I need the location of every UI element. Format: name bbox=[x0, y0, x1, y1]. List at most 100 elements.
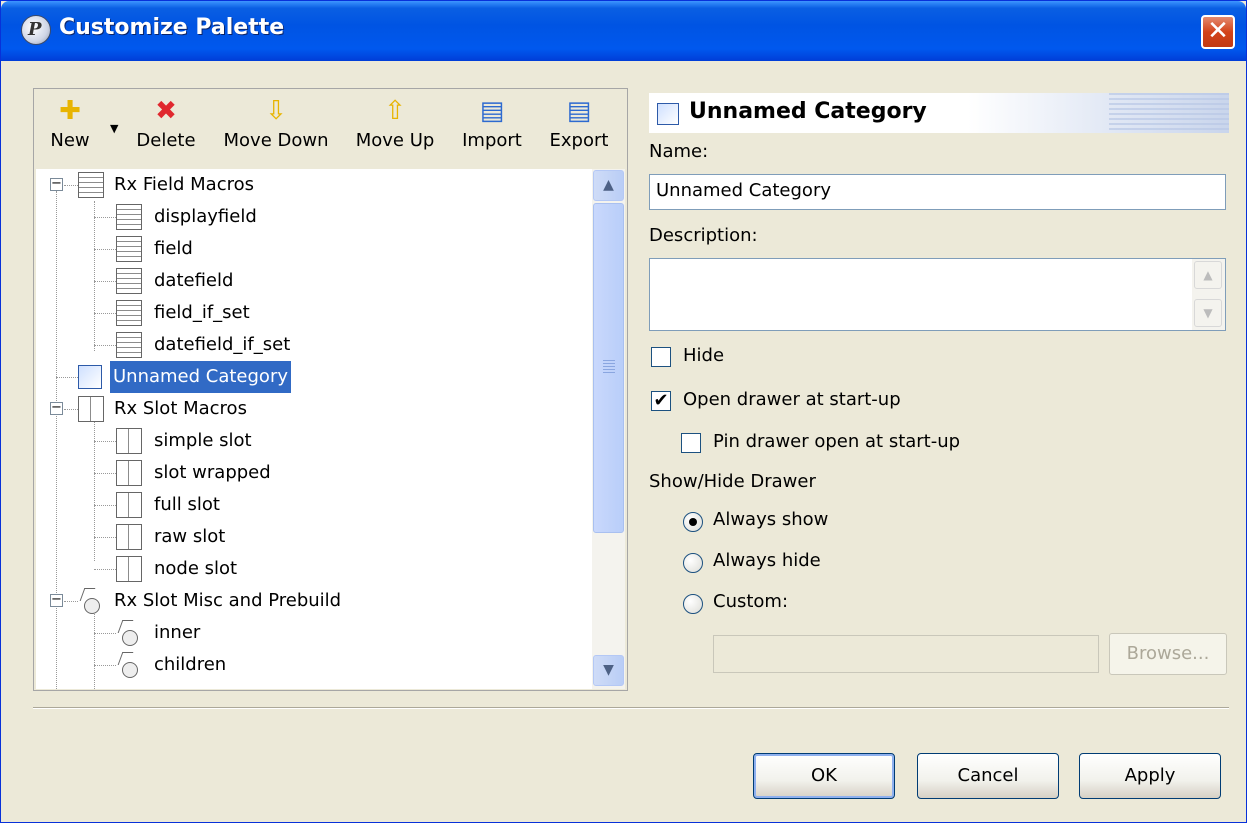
tree-scrollbar[interactable]: ▲ ▼ bbox=[592, 169, 625, 689]
hide-label: Hide bbox=[683, 345, 725, 366]
tree-connector bbox=[94, 537, 116, 538]
tree-label: children bbox=[154, 654, 227, 675]
name-field[interactable]: Unnamed Category bbox=[649, 174, 1226, 210]
import-button[interactable]: ▤ Import bbox=[458, 93, 526, 163]
scroll-down-icon[interactable]: ▼ bbox=[593, 655, 624, 686]
scrollbar-thumb[interactable] bbox=[593, 203, 624, 533]
header-decoration bbox=[1109, 93, 1229, 133]
macro-icon bbox=[116, 204, 142, 230]
tree-item[interactable]: slot wrapped bbox=[36, 457, 592, 489]
collapse-icon[interactable]: − bbox=[50, 593, 63, 607]
new-button[interactable]: ✚ New bbox=[40, 93, 100, 163]
tree-label: Rx Slot Misc and Prebuild bbox=[114, 590, 342, 611]
always-show-label: Always show bbox=[713, 509, 829, 530]
tree-item[interactable]: raw slot bbox=[36, 521, 592, 553]
open-drawer-label: Open drawer at start-up bbox=[683, 389, 901, 410]
arrow-up-icon: ⇧ bbox=[384, 96, 406, 126]
tree-connector bbox=[56, 377, 78, 378]
tree-connector bbox=[94, 345, 116, 346]
tree-connector bbox=[94, 217, 116, 218]
always-hide-radio[interactable] bbox=[683, 553, 703, 573]
slot-icon bbox=[116, 556, 142, 582]
tree-connector bbox=[94, 313, 116, 314]
collapse-icon[interactable]: − bbox=[50, 401, 63, 415]
tree-label: node slot bbox=[154, 558, 238, 579]
export-icon: ▤ bbox=[566, 96, 592, 126]
tree-item[interactable]: inner bbox=[36, 617, 592, 649]
scroll-up-icon[interactable]: ▲ bbox=[593, 170, 624, 201]
toolbar: ✚ New ▼ ✖ Delete ⇩ Move Down ⇧ Move Up ▤… bbox=[34, 89, 627, 167]
category-icon bbox=[78, 365, 102, 389]
tree-connector bbox=[94, 505, 116, 506]
tree-label: inner bbox=[154, 622, 201, 643]
tree-connector bbox=[64, 409, 78, 410]
tree-group-rx-slot-misc[interactable]: − Rx Slot Misc and Prebuild bbox=[36, 585, 592, 617]
misc-icon bbox=[116, 652, 142, 678]
tree-label: full slot bbox=[154, 494, 220, 515]
description-field[interactable]: ▲ ▼ bbox=[649, 258, 1226, 331]
new-icon: ✚ bbox=[59, 96, 81, 126]
open-drawer-checkbox[interactable]: ✔ bbox=[651, 391, 671, 411]
tree-connector bbox=[94, 569, 116, 570]
macro-icon bbox=[116, 268, 142, 294]
tree-connector bbox=[64, 185, 78, 186]
move-down-label: Move Down bbox=[223, 130, 329, 151]
name-label: Name: bbox=[649, 141, 709, 162]
move-down-button[interactable]: ⇩ Move Down bbox=[218, 93, 334, 163]
scroll-up-icon[interactable]: ▲ bbox=[1194, 261, 1222, 289]
new-label: New bbox=[50, 130, 90, 151]
collapse-icon[interactable]: − bbox=[50, 177, 63, 191]
new-dropdown-icon[interactable]: ▼ bbox=[110, 122, 118, 135]
tree-label: slot wrapped bbox=[154, 462, 271, 483]
tree-group-rx-slot-macros[interactable]: − Rx Slot Macros bbox=[36, 393, 592, 425]
tree-connector bbox=[94, 665, 116, 666]
show-hide-label: Show/Hide Drawer bbox=[649, 471, 816, 492]
apply-button[interactable]: Apply bbox=[1079, 753, 1221, 799]
tree-connector bbox=[94, 633, 116, 634]
palette-tree[interactable]: − Rx Field Macros displayfield field dat… bbox=[36, 169, 592, 689]
tree-item[interactable]: displayfield bbox=[36, 201, 592, 233]
tree-label: field_if_set bbox=[154, 302, 250, 323]
description-scrollbar[interactable]: ▲ ▼ bbox=[1192, 259, 1225, 330]
category-icon bbox=[657, 103, 679, 125]
tree-label: field bbox=[154, 238, 193, 259]
macro-icon bbox=[78, 172, 104, 198]
cancel-button[interactable]: Cancel bbox=[917, 753, 1059, 799]
misc-icon bbox=[78, 588, 104, 614]
slot-icon bbox=[116, 460, 142, 486]
tree-group-rx-field-macros[interactable]: − Rx Field Macros bbox=[36, 169, 592, 201]
tree-item[interactable]: children bbox=[36, 649, 592, 681]
pin-drawer-checkbox[interactable] bbox=[681, 433, 701, 453]
macro-icon bbox=[116, 332, 142, 358]
delete-button[interactable]: ✖ Delete bbox=[132, 93, 200, 163]
browse-button: Browse... bbox=[1109, 633, 1227, 675]
export-button[interactable]: ▤ Export bbox=[544, 93, 614, 163]
move-up-button[interactable]: ⇧ Move Up bbox=[352, 93, 438, 163]
close-button[interactable]: ✕ bbox=[1201, 15, 1235, 49]
scroll-down-icon[interactable]: ▼ bbox=[1194, 299, 1222, 327]
tree-label: displayfield bbox=[154, 206, 257, 227]
tree-label: Rx Slot Macros bbox=[114, 398, 247, 419]
tree-label: Rx Field Macros bbox=[114, 174, 255, 195]
palette-tree-panel: ✚ New ▼ ✖ Delete ⇩ Move Down ⇧ Move Up ▤… bbox=[33, 88, 628, 691]
tree-item[interactable]: simple slot bbox=[36, 425, 592, 457]
divider bbox=[33, 707, 1229, 709]
custom-radio[interactable] bbox=[683, 594, 703, 614]
tree-item[interactable]: full slot bbox=[36, 489, 592, 521]
hide-checkbox[interactable] bbox=[651, 347, 671, 367]
export-label: Export bbox=[549, 130, 609, 151]
tree-connector bbox=[94, 441, 116, 442]
always-show-radio[interactable] bbox=[683, 512, 703, 532]
tree-item[interactable]: datefield bbox=[36, 265, 592, 297]
misc-icon bbox=[116, 620, 142, 646]
tree-item[interactable]: field_if_set bbox=[36, 297, 592, 329]
tree-label: raw slot bbox=[154, 526, 226, 547]
tree-group-unnamed-category[interactable]: Unnamed Category bbox=[36, 361, 592, 393]
tree-item[interactable]: node slot bbox=[36, 553, 592, 585]
arrow-down-icon: ⇩ bbox=[265, 96, 287, 126]
title-bar[interactable]: P Customize Palette ✕ bbox=[1, 1, 1246, 61]
tree-item[interactable]: datefield_if_set bbox=[36, 329, 592, 361]
ok-button[interactable]: OK bbox=[753, 753, 895, 799]
tree-item[interactable]: field bbox=[36, 233, 592, 265]
always-hide-label: Always hide bbox=[713, 550, 821, 571]
